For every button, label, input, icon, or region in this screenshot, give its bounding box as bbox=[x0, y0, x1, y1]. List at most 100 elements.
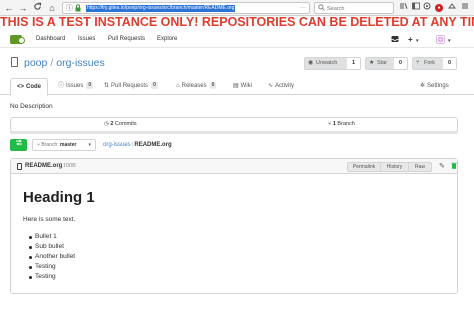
tab-issues-label: Issues bbox=[66, 83, 84, 89]
star-button-group: ★ Star 0 bbox=[365, 57, 408, 70]
file-size: 100B bbox=[63, 163, 76, 169]
watch-count[interactable]: 1 bbox=[347, 58, 360, 69]
breadcrumb: org-issues/README.org bbox=[103, 141, 172, 149]
fork-button[interactable]: ⑂ Fork bbox=[413, 58, 443, 69]
branches-label: Branch bbox=[337, 121, 355, 127]
list-item: Another bullet bbox=[29, 252, 75, 262]
readme-paragraph: Here is some text. bbox=[23, 216, 76, 223]
extension-2-icon[interactable] bbox=[447, 2, 457, 14]
nav-explore[interactable]: Explore bbox=[157, 35, 177, 44]
library-icon[interactable] bbox=[399, 2, 409, 14]
search-icon bbox=[318, 4, 325, 14]
reload-icon bbox=[33, 2, 41, 10]
user-menu-chevron-icon[interactable]: ▾ bbox=[448, 36, 451, 47]
repo-tabs: <> Code ⓘ Issues 0 ⇅ Pull Requests 0 ⌂ Release… bbox=[0, 78, 474, 96]
file-button-set: Permalink History Raw bbox=[347, 162, 432, 172]
readme-heading: Heading 1 bbox=[23, 189, 95, 206]
repo-owner-link[interactable]: poop bbox=[24, 57, 47, 69]
site-header: Dashboard Issues Pull Requests Explore +… bbox=[0, 31, 474, 48]
language-stats-strip bbox=[10, 131, 458, 134]
pencil-icon[interactable]: ✎ bbox=[439, 162, 445, 171]
list-item: Sub bullet bbox=[29, 242, 75, 252]
forward-button[interactable]: → bbox=[17, 2, 29, 14]
tab-code[interactable]: <> Code bbox=[10, 78, 49, 96]
pulls-count-badge: 0 bbox=[151, 82, 158, 89]
file-name: README.org bbox=[25, 163, 63, 169]
file-header: README.org 100B Permalink History Raw ✎ bbox=[11, 159, 457, 174]
watch-button-group: ◉ Unwatch 1 bbox=[304, 57, 361, 70]
file-view: README.org 100B Permalink History Raw ✎ … bbox=[10, 158, 458, 294]
back-button[interactable]: ← bbox=[3, 2, 15, 14]
list-item: Bullet 1 bbox=[29, 232, 75, 242]
star-button[interactable]: ★ Star bbox=[366, 58, 394, 69]
avatar[interactable] bbox=[436, 35, 445, 44]
tab-releases[interactable]: ⌂ Releases 0 bbox=[176, 78, 217, 95]
repo-stats-bar: ◷ 2 Commits ⑂ 1 Branch bbox=[10, 117, 458, 132]
releases-count-badge: 0 bbox=[209, 82, 217, 89]
compare-icon bbox=[15, 139, 22, 146]
chevron-down-icon[interactable]: ▾ bbox=[416, 36, 419, 47]
page-actions-icon[interactable]: ··· bbox=[300, 4, 306, 13]
raw-button[interactable]: Raw bbox=[409, 163, 431, 171]
branch-prefix: Branch: bbox=[41, 142, 59, 148]
compare-button[interactable] bbox=[10, 139, 27, 151]
nav-dashboard[interactable]: Dashboard bbox=[36, 35, 65, 44]
breadcrumb-repo-link[interactable]: org-issues bbox=[103, 142, 131, 148]
home-button[interactable]: ⌂ bbox=[46, 2, 58, 14]
tab-activity-label: Activity bbox=[275, 83, 295, 89]
gitea-logo-icon[interactable] bbox=[10, 35, 25, 44]
tab-settings-label: Settings bbox=[427, 83, 449, 89]
readme-list: Bullet 1 Sub bullet Another bullet Testi… bbox=[29, 232, 75, 282]
branch-name: master bbox=[60, 142, 77, 148]
search-input[interactable] bbox=[327, 4, 391, 13]
branches-stat[interactable]: ⑂ 1 Branch bbox=[328, 118, 355, 131]
unwatch-button[interactable]: ◉ Unwatch bbox=[305, 58, 347, 69]
list-item: Testing bbox=[29, 272, 75, 282]
star-label: Star bbox=[377, 60, 388, 66]
tab-pull-requests-label: Pull Requests bbox=[111, 83, 149, 89]
tab-settings[interactable]: ✲ Settings bbox=[420, 78, 449, 95]
permalink-button[interactable]: Permalink bbox=[348, 163, 381, 171]
trash-icon[interactable] bbox=[451, 162, 457, 172]
nav-issues[interactable]: Issues bbox=[78, 35, 95, 44]
repo-title: poop / org-issues bbox=[24, 57, 105, 70]
repo-title-separator: / bbox=[50, 57, 54, 69]
url-text[interactable]: https://try.gitea.io/poop/org-issues/src… bbox=[86, 5, 236, 12]
repo-description: No Description bbox=[10, 103, 53, 110]
tab-activity[interactable]: ∿ Activity bbox=[268, 78, 294, 95]
issue-icon: ⓘ bbox=[58, 83, 65, 89]
reload-button[interactable] bbox=[31, 2, 43, 14]
star-count[interactable]: 0 bbox=[394, 58, 407, 69]
menu-icon[interactable] bbox=[460, 2, 470, 14]
create-new-button[interactable]: + bbox=[408, 34, 413, 45]
history-button[interactable]: History bbox=[381, 163, 409, 171]
repo-name-link[interactable]: org-issues bbox=[56, 57, 104, 69]
pull-request-icon: ⇅ bbox=[104, 83, 110, 89]
branch-dropdown[interactable]: ⑂ Branch: master ▾ bbox=[32, 139, 96, 151]
tab-wiki[interactable]: ▤ Wiki bbox=[233, 78, 252, 95]
tab-issues[interactable]: ⓘ Issues 0 bbox=[58, 78, 94, 95]
gear-icon: ✲ bbox=[420, 83, 426, 89]
tab-pull-requests[interactable]: ⇅ Pull Requests 0 bbox=[104, 78, 158, 95]
tab-releases-label: Releases bbox=[181, 83, 207, 89]
extension-icon[interactable] bbox=[422, 2, 432, 14]
branch-chevron-down-icon: ▾ bbox=[88, 142, 91, 148]
sidebar-icon[interactable] bbox=[411, 2, 421, 14]
info-icon[interactable]: ⓘ bbox=[66, 4, 73, 13]
commits-count: 2 bbox=[110, 121, 114, 127]
list-item: Testing bbox=[29, 262, 75, 272]
browser-search-box[interactable] bbox=[314, 2, 394, 14]
fork-label: Fork bbox=[424, 60, 435, 66]
issues-count-badge: 0 bbox=[86, 82, 94, 89]
commits-stat[interactable]: ◷ 2 Commits bbox=[104, 118, 137, 131]
inbox-icon[interactable] bbox=[391, 35, 399, 46]
unwatch-label: Unwatch bbox=[316, 60, 338, 66]
fork-count[interactable]: 0 bbox=[443, 58, 456, 69]
book-icon: ▤ bbox=[233, 83, 239, 89]
address-bar[interactable]: ⓘ https://try.gitea.io/poop/org-issues/s… bbox=[62, 2, 310, 14]
star-icon: ★ bbox=[369, 60, 375, 66]
adblock-icon[interactable]: ● bbox=[435, 4, 443, 12]
pulse-icon: ∿ bbox=[268, 83, 274, 89]
tag-icon: ⌂ bbox=[176, 83, 180, 89]
nav-pull-requests[interactable]: Pull Requests bbox=[108, 35, 145, 44]
